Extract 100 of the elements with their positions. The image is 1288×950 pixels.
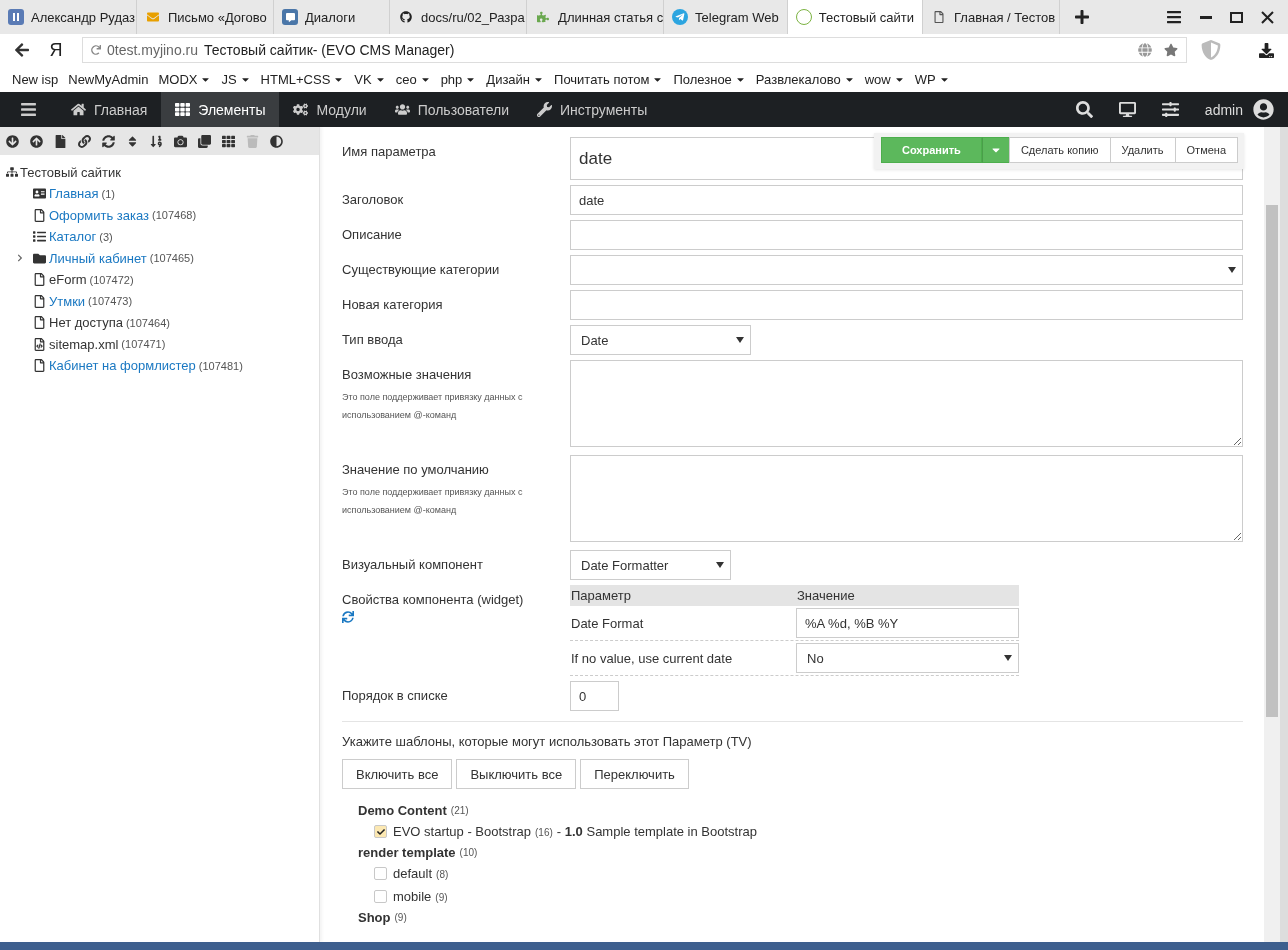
sliders-icon[interactable] — [1161, 101, 1179, 118]
column-header: Значение — [796, 588, 856, 603]
bookmark-folder[interactable]: WP — [914, 71, 950, 87]
menu-icon[interactable] — [1166, 9, 1182, 25]
number-input[interactable]: 0 — [570, 681, 619, 711]
bookmark-folder[interactable]: Почитать потом — [554, 71, 664, 87]
minimize-icon[interactable] — [1200, 15, 1212, 19]
paper-plane-icon — [672, 9, 689, 25]
nav-tab[interactable]: Модули — [279, 92, 381, 127]
download-icon[interactable] — [1259, 42, 1274, 58]
user-avatar-icon[interactable] — [1253, 99, 1274, 120]
field-label: Возможные значения — [342, 366, 473, 382]
textarea-field[interactable] — [570, 360, 1243, 447]
new-tab-icon[interactable] — [1074, 9, 1090, 25]
action-button[interactable]: Удалить — [1109, 137, 1176, 163]
globe-icon[interactable] — [1138, 43, 1152, 57]
circle-arrow-down-icon[interactable] — [6, 134, 19, 148]
star-icon[interactable] — [1164, 43, 1178, 57]
grid-icon[interactable] — [222, 134, 235, 148]
property-name: If no value, use current date — [570, 650, 734, 666]
circle-arrow-up-icon[interactable] — [30, 134, 43, 148]
page-icon — [33, 359, 46, 373]
dropdown-select[interactable]: Date — [570, 325, 751, 355]
tree-root[interactable]: Тестовый сайтик — [20, 164, 121, 180]
tree-item[interactable]: Главная — [49, 186, 99, 202]
card-icon — [33, 187, 46, 201]
monitor-icon[interactable] — [1118, 101, 1136, 118]
template-toggle-button[interactable]: Переключить — [580, 759, 689, 789]
dropdown-select[interactable]: Date Formatter — [570, 550, 731, 580]
user-name[interactable]: admin — [1204, 101, 1243, 118]
group-count: (21) — [450, 805, 469, 816]
action-button[interactable]: Сделать копию — [1008, 137, 1111, 163]
bookmark-folder[interactable]: HTML+CSS — [260, 71, 345, 87]
property-select[interactable]: No — [796, 643, 1019, 673]
tree-item[interactable]: Каталог — [49, 229, 97, 245]
file-icon[interactable] — [54, 134, 67, 148]
nav-tab[interactable]: Инструменты — [523, 92, 662, 127]
wrench-icon — [537, 102, 552, 117]
template-name[interactable]: EVO startup - Bootstrap — [393, 824, 531, 839]
back-icon[interactable] — [14, 42, 30, 58]
chevron-right-icon[interactable] — [16, 254, 24, 263]
nav-tab[interactable]: Элементы — [161, 92, 280, 127]
item-id: (107464) — [125, 316, 170, 329]
text-input[interactable] — [570, 220, 1243, 250]
bookmark-folder[interactable]: New isp — [12, 71, 59, 87]
browser-tab[interactable]: Тестовый сайти — [787, 0, 923, 34]
template-count: (9) — [435, 892, 448, 903]
column-header: Параметр — [570, 588, 632, 603]
reload-icon[interactable] — [91, 45, 101, 55]
group-name: Demo Content — [358, 803, 447, 818]
nav-tab[interactable]: Пользователи — [380, 92, 523, 127]
tree-item[interactable]: Личный кабинет — [49, 250, 147, 266]
users-icon — [394, 102, 410, 117]
address-bar[interactable]: 0test.myjino.ru Тестовый сайтик- (EVO CMS Manager) — [82, 37, 1187, 63]
bookmark-folder[interactable]: php — [440, 71, 477, 87]
grid-icon — [175, 102, 191, 117]
bookmark-folder[interactable]: Развлекалово — [755, 71, 855, 87]
checkbox[interactable] — [374, 890, 387, 903]
bookmark-folder[interactable]: Дизайн — [486, 71, 545, 87]
scrollbar[interactable] — [1264, 127, 1280, 942]
refresh-icon[interactable] — [102, 134, 115, 148]
property-input[interactable]: %A %d, %B %Y — [796, 608, 1019, 638]
checkbox[interactable] — [374, 825, 387, 838]
tree-item[interactable]: Нет доступа — [49, 315, 123, 331]
bookmark-folder[interactable]: MODX — [158, 71, 212, 87]
nav-tab[interactable]: Главная — [57, 92, 162, 127]
copy-icon[interactable] — [198, 134, 211, 148]
contrast-icon[interactable] — [270, 134, 283, 148]
browser-logo[interactable]: Я — [44, 39, 68, 61]
template-name[interactable]: mobile — [393, 889, 432, 904]
close-icon[interactable] — [1261, 10, 1274, 24]
sort-icon[interactable] — [126, 134, 139, 148]
tree-item[interactable]: Оформить заказ — [49, 207, 149, 223]
template-toggle-button[interactable]: Включить все — [342, 759, 453, 789]
tree-item[interactable]: Кабинет на формлистер — [49, 358, 196, 374]
bookmark-folder[interactable]: wow — [864, 71, 905, 87]
text-input[interactable] — [570, 290, 1243, 320]
refresh-icon[interactable] — [342, 611, 354, 623]
restore-icon[interactable] — [1230, 11, 1243, 23]
group-count: (9) — [394, 912, 407, 923]
tree-item[interactable]: sitemap.xml — [49, 336, 119, 352]
bookmark-folder[interactable]: NewMyAdmin — [68, 71, 149, 87]
search-icon[interactable] — [1075, 101, 1093, 118]
bookmark-folder[interactable]: Полезное — [673, 71, 746, 87]
numeric-sort-icon[interactable] — [150, 134, 163, 148]
bookmark-folder[interactable]: ceo — [395, 71, 431, 87]
scrollbar-thumb[interactable] — [1266, 205, 1278, 717]
link-icon[interactable] — [78, 134, 91, 148]
text-input[interactable]: date — [570, 185, 1243, 215]
textarea-field[interactable] — [570, 455, 1243, 542]
template-name[interactable]: default — [393, 866, 433, 881]
checkbox[interactable] — [374, 867, 387, 880]
tree-item[interactable]: Утмки — [49, 293, 86, 309]
action-button[interactable]: Отмена — [1174, 137, 1238, 163]
bookmark-folder[interactable]: JS — [221, 71, 251, 87]
template-toggle-button[interactable]: Выключить все — [456, 759, 577, 789]
tree-item[interactable]: eForm — [49, 272, 87, 288]
camera-icon[interactable] — [174, 134, 187, 148]
folder-icon — [33, 251, 46, 265]
bookmark-folder[interactable]: VK — [354, 71, 386, 87]
